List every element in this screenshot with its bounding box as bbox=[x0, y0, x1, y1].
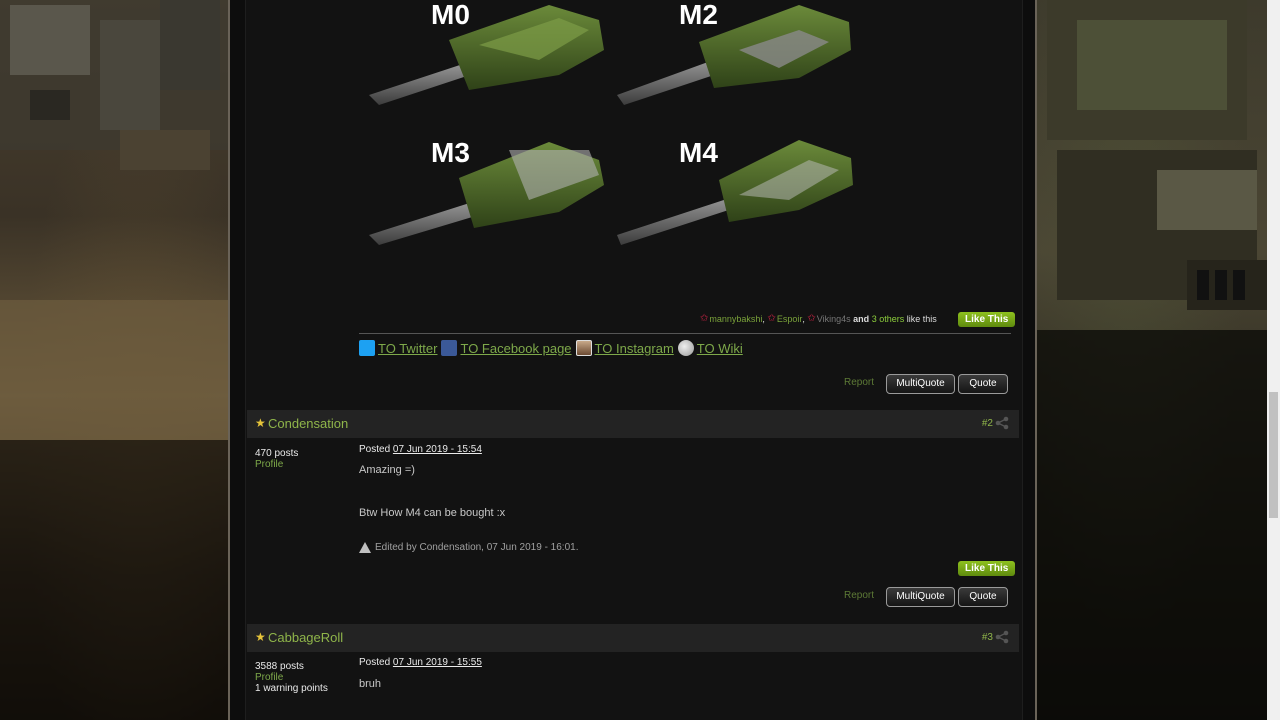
post-number-link[interactable]: #2 bbox=[982, 418, 993, 429]
vertical-scrollbar[interactable] bbox=[1267, 0, 1280, 720]
quote-button[interactable]: Quote bbox=[958, 587, 1008, 607]
instagram-icon bbox=[575, 340, 592, 356]
facebook-link[interactable]: TO Facebook page bbox=[460, 341, 571, 356]
warning-icon bbox=[359, 542, 371, 553]
share-icon[interactable] bbox=[995, 630, 1009, 644]
author-meta: 3588 posts Profile 1 warning points bbox=[255, 661, 328, 694]
like-user-link[interactable]: Espoir bbox=[777, 314, 803, 324]
frame-border-right bbox=[1035, 0, 1037, 720]
weapon-modifications-image: M0 M2 M3 M4 bbox=[369, 0, 853, 245]
post-body-line: bruh bbox=[359, 678, 382, 690]
weapon-label-m0: M0 bbox=[431, 0, 470, 30]
like-this-button[interactable]: Like This bbox=[958, 561, 1016, 576]
report-link[interactable]: Report bbox=[844, 590, 874, 601]
star-icon: ✩ bbox=[767, 313, 776, 324]
like-this-button[interactable]: Like This bbox=[958, 312, 1016, 327]
author-meta: 470 posts Profile bbox=[255, 448, 298, 470]
author-name[interactable]: Condensation bbox=[268, 416, 348, 431]
star-icon: ✩ bbox=[700, 313, 709, 324]
post-header: ★ CabbageRoll #3 bbox=[247, 624, 1019, 652]
post-count: 3588 posts bbox=[255, 661, 304, 672]
post-header: ★ Condensation #2 bbox=[247, 410, 1019, 438]
likes-summary: ✩ mannybakshi, ✩ Espoir, ✩ Viking4s and 3 o… bbox=[700, 313, 937, 324]
weapon-label-m2: M2 bbox=[679, 0, 718, 30]
warning-points: 1 warning points bbox=[255, 683, 328, 694]
star-icon: ✩ bbox=[807, 313, 816, 324]
like-user-link[interactable]: mannybakshi bbox=[709, 314, 762, 324]
background-scenery-left bbox=[0, 0, 230, 720]
star-icon: ★ bbox=[255, 630, 266, 644]
profile-link[interactable]: Profile bbox=[255, 459, 298, 470]
weapon-label-m3: M3 bbox=[431, 137, 470, 168]
post-number-link[interactable]: #3 bbox=[982, 632, 993, 643]
multiquote-button[interactable]: MultiQuote bbox=[886, 374, 955, 394]
twitter-icon bbox=[359, 340, 375, 356]
wiki-icon bbox=[677, 340, 694, 356]
weapon-m2 bbox=[617, 5, 851, 105]
background-scenery-right bbox=[1037, 0, 1267, 720]
author-name[interactable]: CabbageRoll bbox=[268, 630, 343, 645]
share-icon[interactable] bbox=[995, 416, 1009, 430]
post-date-value: 07 Jun 2019 - 15:54 bbox=[392, 444, 482, 455]
instagram-link[interactable]: TO Instagram bbox=[595, 341, 674, 356]
post-date-value: 07 Jun 2019 - 15:55 bbox=[392, 657, 482, 668]
signature-links: TO Twitter TO Facebook page TO Instagram… bbox=[359, 340, 747, 356]
twitter-link[interactable]: TO Twitter bbox=[378, 341, 437, 356]
weapon-m4 bbox=[617, 140, 853, 245]
post-date: Posted 07 Jun 2019 - 15:54 bbox=[359, 444, 482, 455]
post-count: 470 posts bbox=[255, 448, 299, 459]
star-icon: ★ bbox=[255, 416, 266, 430]
signature-divider bbox=[359, 333, 1011, 334]
post-body-line: Btw How M4 can be bought :x bbox=[359, 507, 506, 519]
wiki-link[interactable]: TO Wiki bbox=[697, 341, 743, 356]
edited-note: Edited by Condensation, 07 Jun 2019 - 16… bbox=[359, 542, 578, 553]
post-body-line: Amazing =) bbox=[359, 464, 415, 476]
multiquote-button[interactable]: MultiQuote bbox=[886, 587, 955, 607]
weapon-m0 bbox=[369, 5, 604, 105]
profile-link[interactable]: Profile bbox=[255, 672, 328, 683]
post-date: Posted 07 Jun 2019 - 15:55 bbox=[359, 657, 482, 668]
others-link[interactable]: 3 others bbox=[872, 314, 905, 324]
facebook-icon bbox=[441, 340, 458, 356]
scrollbar-thumb[interactable] bbox=[1269, 392, 1278, 518]
report-link[interactable]: Report bbox=[844, 377, 874, 388]
like-user-link[interactable]: Viking4s bbox=[817, 314, 851, 324]
quote-button[interactable]: Quote bbox=[958, 374, 1008, 394]
weapon-label-m4: M4 bbox=[679, 137, 718, 168]
weapon-m3 bbox=[369, 142, 604, 245]
